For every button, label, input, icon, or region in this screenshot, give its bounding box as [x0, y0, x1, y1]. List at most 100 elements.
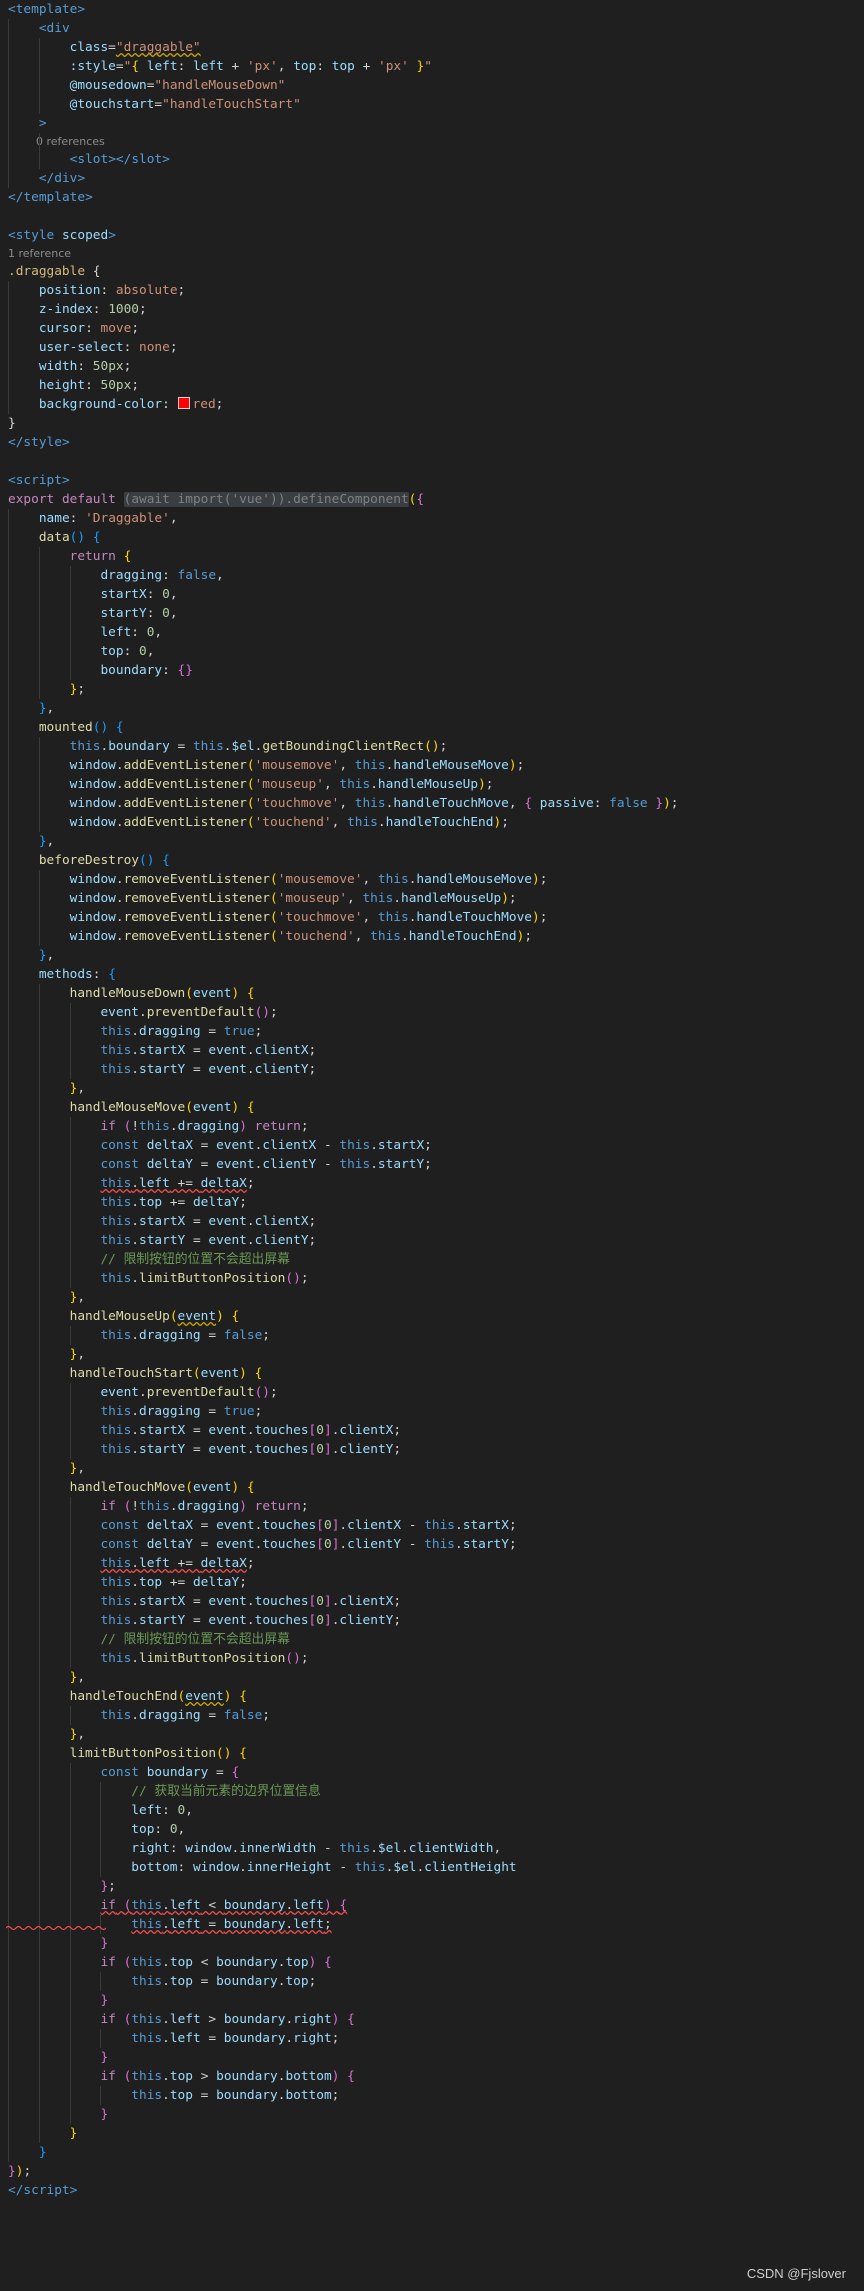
code-token: none	[139, 340, 170, 355]
code-token: startY	[377, 1157, 425, 1172]
code-token: dragging	[100, 568, 163, 583]
indent-guide	[38, 1877, 40, 1896]
code-token: const	[100, 1157, 139, 1172]
code-token: +	[223, 59, 247, 74]
code-line: }	[0, 2105, 864, 2124]
code-token: event	[208, 1214, 247, 1229]
code-token: handleTouchMove	[416, 910, 532, 925]
indent-guide	[69, 2029, 71, 2048]
code-token: ;	[508, 1537, 517, 1552]
code-token: :	[146, 587, 163, 602]
indent-guide	[8, 1839, 9, 1858]
code-token: .	[370, 777, 378, 792]
indent-guide	[8, 1630, 9, 1649]
code-token: top	[293, 59, 317, 74]
code-line: this.dragging = false;	[0, 1706, 864, 1725]
code-token: )	[239, 1366, 247, 1381]
code-line: if (this.left < boundary.left) {	[0, 1896, 864, 1915]
indent-guide	[8, 927, 9, 946]
reference-count[interactable]: 0 references	[36, 135, 105, 148]
color-swatch-icon[interactable]	[177, 397, 190, 409]
indent-guide	[8, 1687, 9, 1706]
code-token: this	[131, 1955, 163, 1970]
code-token: this	[192, 739, 224, 754]
code-token: =	[200, 2031, 224, 2046]
code-line: this.boundary = this.$el.getBoundingClie…	[0, 737, 864, 756]
indent-guide	[38, 794, 40, 813]
code-token: deltaY	[192, 1195, 240, 1210]
indent-guide	[69, 642, 71, 661]
code-token: )	[501, 891, 509, 906]
code-line: window.addEventListener('mouseup', this.…	[0, 775, 864, 794]
code-token: .	[169, 1119, 178, 1134]
code-line: top: 0,	[0, 642, 864, 661]
code-token: boundary	[223, 1898, 286, 1913]
code-token: true	[223, 1024, 255, 1039]
code-token: .	[377, 815, 386, 830]
indent-guide	[38, 1041, 40, 1060]
code-token: height	[38, 378, 86, 393]
indent-guide	[38, 2029, 40, 2048]
indent-guide	[38, 1288, 40, 1307]
code-token: "handleMouseDown"	[154, 78, 286, 93]
code-token: =	[185, 1423, 209, 1438]
code-token: left	[293, 1917, 324, 1932]
indent-guide	[8, 1155, 9, 1174]
code-token: .	[246, 1043, 255, 1058]
code-line: cursor: move;	[0, 319, 864, 338]
code-line: background-color: red;	[0, 395, 864, 414]
code-editor[interactable]: <template> <div class="draggable" :style…	[0, 0, 864, 2200]
indent-guide	[38, 1155, 40, 1174]
code-line: .draggable {	[0, 262, 864, 281]
codelens[interactable]: 0 references	[0, 133, 864, 150]
indent-guide	[8, 2086, 9, 2105]
code-token: 'touchend'	[254, 815, 332, 830]
code-token: ]	[323, 1442, 332, 1457]
code-token: top	[169, 2088, 193, 2103]
code-token: .	[131, 1594, 139, 1609]
code-token: ]	[323, 1613, 332, 1628]
reference-count[interactable]: 1 reference	[8, 247, 71, 260]
code-token: // 限制按钮的位置不会超出屏幕	[100, 1632, 290, 1647]
code-token: 1000	[108, 302, 140, 317]
codelens[interactable]: 1 reference	[0, 245, 864, 262]
code-token: {	[339, 1898, 348, 1913]
code-token: div	[46, 21, 70, 36]
indent-guide	[38, 1326, 40, 1345]
code-token: .	[162, 1955, 170, 1970]
code-token: @mousedown	[69, 78, 147, 93]
indent-guide	[38, 661, 40, 680]
code-token: )	[663, 796, 671, 811]
code-token: this	[100, 1556, 132, 1571]
code-line: this.top += deltaY;	[0, 1573, 864, 1592]
code-token: startY	[139, 1062, 186, 1077]
code-token: clientY	[254, 1233, 309, 1248]
code-token: .	[169, 1499, 178, 1514]
code-token: .	[162, 2088, 170, 2103]
code-token: startX	[139, 1214, 186, 1229]
code-token: limitButtonPosition	[139, 1651, 286, 1666]
code-line: this.left += deltaX;	[0, 1174, 864, 1193]
code-line: // 限制按钮的位置不会超出屏幕	[0, 1250, 864, 1269]
code-line: this.top += deltaY;	[0, 1193, 864, 1212]
code-token: this	[354, 796, 386, 811]
code-token: :	[85, 321, 101, 336]
code-token: ()	[254, 1385, 270, 1400]
code-token: ,	[354, 929, 371, 944]
code-line: z-index: 1000;	[0, 300, 864, 319]
code-token: handleMouseMove	[416, 872, 532, 887]
code-token: event	[192, 1100, 232, 1115]
code-token: .	[138, 1005, 147, 1020]
indent-guide	[8, 1098, 9, 1117]
code-token: 0	[316, 1594, 324, 1609]
indent-guide	[8, 851, 9, 870]
indent-guide	[38, 133, 40, 150]
code-token: )	[324, 1898, 332, 1913]
code-line: if (this.top < boundary.top) {	[0, 1953, 864, 1972]
code-token: slot	[77, 152, 109, 167]
